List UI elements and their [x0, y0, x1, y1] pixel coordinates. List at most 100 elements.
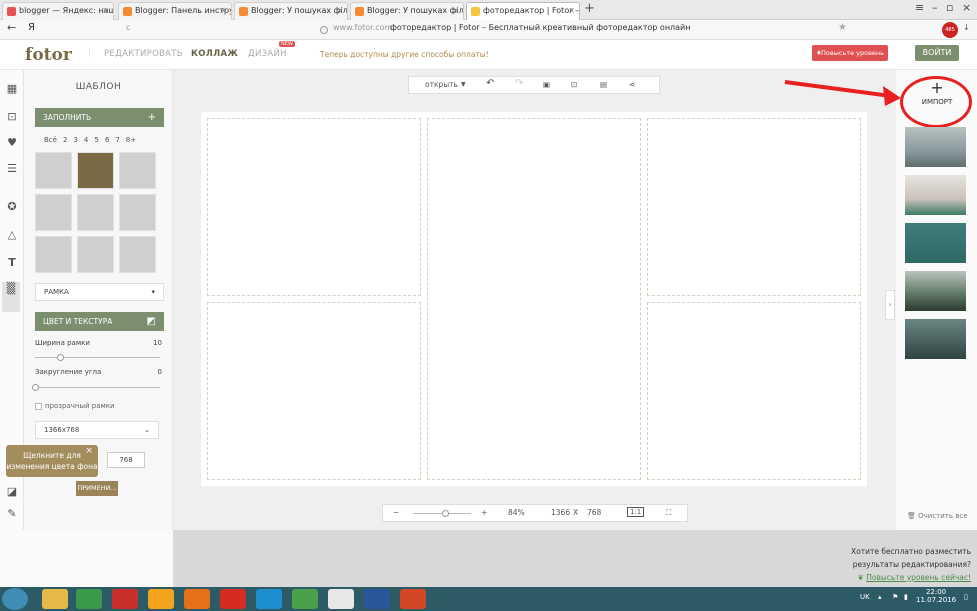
height-input[interactable]: 768: [107, 452, 145, 468]
text-icon[interactable]: T: [5, 256, 19, 270]
open-button[interactable]: открыть: [425, 80, 458, 89]
template-thumbnail[interactable]: [77, 236, 114, 273]
transparent-checkbox[interactable]: [35, 403, 42, 410]
photo-thumbnail[interactable]: [905, 223, 966, 263]
collage-cell[interactable]: [207, 118, 421, 296]
yandex-browser-icon[interactable]: [220, 589, 246, 609]
save-icon[interactable]: ▤: [600, 80, 607, 89]
count-filter[interactable]: 7: [115, 136, 119, 144]
menu-icon[interactable]: ≡: [915, 1, 924, 14]
photo-thumbnail[interactable]: [905, 127, 966, 167]
network-icon[interactable]: ▮: [904, 593, 908, 601]
address-url[interactable]: www.fotor.com: [333, 23, 392, 32]
canvas-width[interactable]: 1366: [551, 508, 570, 517]
explorer-icon[interactable]: [42, 589, 68, 609]
skype-icon[interactable]: [256, 589, 282, 609]
slider-knob[interactable]: [32, 384, 39, 391]
browser-tab[interactable]: Blogger: Панель инструмен×: [118, 2, 232, 20]
template-thumbnail[interactable]: [35, 152, 72, 189]
collage-cell[interactable]: [647, 302, 861, 480]
back-icon[interactable]: ←: [7, 21, 16, 34]
template-thumbnail[interactable]: [119, 194, 156, 231]
nav-collage[interactable]: КОЛЛАЖ: [191, 49, 238, 59]
opera-icon[interactable]: [112, 589, 138, 609]
slider-knob[interactable]: [441, 510, 449, 517]
show-desktop-icon[interactable]: ▯: [964, 593, 968, 601]
apply-button[interactable]: ПРИМЕНИ...: [76, 481, 118, 496]
actual-size-button[interactable]: 1:1: [627, 507, 645, 517]
photo-thumbnail[interactable]: [905, 271, 966, 311]
background-color-icon[interactable]: ◪: [5, 485, 19, 499]
count-filter[interactable]: 4: [84, 136, 88, 144]
bookmark-star-icon[interactable]: ★: [838, 22, 847, 33]
zoom-out-button[interactable]: −: [393, 508, 399, 517]
chevron-down-icon[interactable]: ▼: [461, 81, 466, 88]
collage-cell[interactable]: [427, 118, 641, 480]
border-width-slider[interactable]: [35, 354, 160, 361]
layout-icon[interactable]: ☰: [5, 162, 19, 176]
fit-icon[interactable]: ⊡: [571, 80, 577, 89]
zoom-slider[interactable]: [413, 510, 471, 517]
chevron-right-icon[interactable]: ›: [885, 290, 895, 320]
notification-badge[interactable]: 485: [942, 22, 958, 38]
minimize-icon[interactable]: –: [932, 1, 938, 14]
flag-icon[interactable]: ⚑: [892, 593, 898, 601]
fullscreen-icon[interactable]: ⛶: [666, 508, 671, 518]
size-select[interactable]: 1366x768 ⌄: [35, 421, 159, 439]
collage-cell[interactable]: [647, 118, 861, 296]
canvas-height[interactable]: 768: [587, 508, 601, 517]
browser-tab[interactable]: Blogger: У пошуках філосо×: [350, 2, 464, 20]
slider-knob[interactable]: [57, 354, 64, 361]
clear-all-button[interactable]: 🗑 Очистить все: [907, 512, 968, 520]
sticker-icon[interactable]: ✪: [5, 200, 19, 214]
close-window-icon[interactable]: ×: [962, 1, 971, 14]
nav-design[interactable]: ДИЗАЙН: [248, 49, 287, 59]
templates-icon[interactable]: ▦: [5, 82, 19, 96]
template-thumbnail[interactable]: [77, 194, 114, 231]
color-texture-button[interactable]: ЦВЕТ И ТЕКСТУРА ◩: [35, 312, 164, 331]
count-filter[interactable]: 2: [63, 136, 67, 144]
heart-frame-icon[interactable]: ♥: [5, 136, 19, 150]
search-app-icon[interactable]: [148, 589, 174, 609]
count-filter[interactable]: 5: [94, 136, 98, 144]
utorrent-icon[interactable]: [292, 589, 318, 609]
nav-edit[interactable]: РЕДАКТИРОВАТЬ: [104, 49, 183, 59]
share-icon[interactable]: ⋖: [629, 80, 635, 89]
count-filter[interactable]: 3: [73, 136, 77, 144]
template-thumbnail[interactable]: [119, 236, 156, 273]
photo-thumbnail[interactable]: [905, 319, 966, 359]
close-tab-icon[interactable]: ×: [102, 3, 109, 19]
close-tab-icon[interactable]: ×: [452, 3, 459, 19]
close-tab-icon[interactable]: ×: [336, 3, 343, 19]
template-thumbnail[interactable]: [35, 236, 72, 273]
fill-button[interactable]: ЗАПОЛНИТЬ +: [35, 108, 164, 127]
new-tab-icon[interactable]: +: [584, 1, 595, 16]
tray-arrow-icon[interactable]: ▴: [878, 593, 882, 601]
count-filter[interactable]: 6: [105, 136, 109, 144]
yandex-app-icon[interactable]: [328, 589, 354, 609]
reload-icon[interactable]: c: [126, 23, 130, 32]
edit-icon[interactable]: ✎: [5, 507, 19, 521]
count-filter[interactable]: Всё: [44, 136, 57, 144]
start-button[interactable]: [2, 588, 28, 610]
word-icon[interactable]: [364, 589, 390, 609]
close-icon[interactable]: ×: [85, 446, 93, 457]
upgrade-link[interactable]: Повысьте уровень сейчас!: [866, 573, 971, 582]
download-icon[interactable]: ↓: [963, 23, 970, 32]
browser-tab[interactable]: Blogger: У пошуках філосс×: [234, 2, 348, 20]
undo-icon[interactable]: ↶: [486, 78, 494, 89]
pattern-icon[interactable]: ▒: [2, 282, 20, 312]
close-tab-icon[interactable]: ×: [568, 3, 575, 19]
maximize-icon[interactable]: ▫: [946, 1, 953, 14]
chrome-icon[interactable]: [76, 589, 102, 609]
collage-cell[interactable]: [207, 302, 421, 480]
frame-select[interactable]: РАМКА ▾: [35, 283, 164, 301]
address-title[interactable]: фоторедактор | Fotor – Бесплатный креати…: [390, 23, 691, 32]
payment-notice-link[interactable]: Теперь доступны другие способы оплаты!: [320, 50, 489, 59]
yandex-button[interactable]: Я: [28, 22, 35, 33]
template-thumbnail[interactable]: [119, 152, 156, 189]
zoom-in-button[interactable]: +: [481, 508, 487, 517]
close-tab-icon[interactable]: ×: [220, 3, 227, 19]
upgrade-button[interactable]: ♦ Повысьте уровень: [812, 45, 888, 61]
redo-icon[interactable]: ↷: [515, 78, 523, 89]
